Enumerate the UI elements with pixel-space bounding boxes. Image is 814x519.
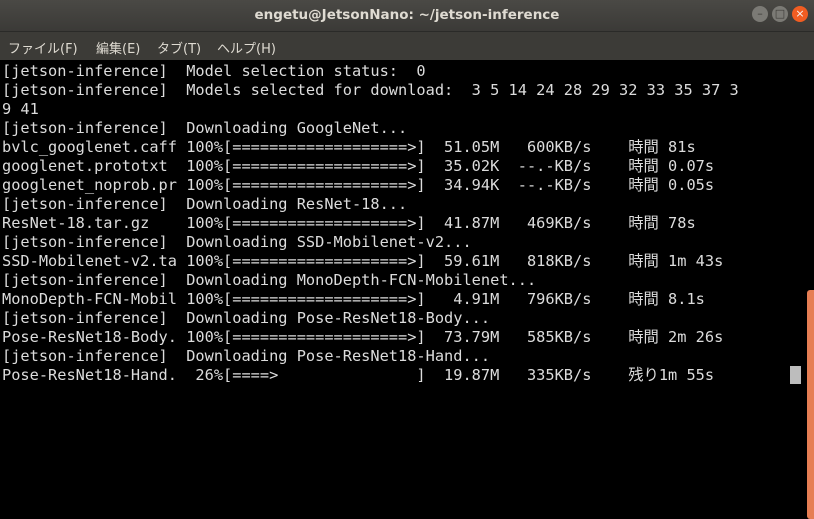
terminal-line: [jetson-inference] Downloading ResNet-18…: [2, 195, 408, 213]
terminal-line: Pose-ResNet18-Body. 100%[===============…: [2, 328, 724, 346]
terminal-line: googlenet_noprob.pr 100%[===============…: [2, 176, 715, 194]
terminal-window: engetu@JetsonNano: ~/jetson-inference – …: [0, 0, 814, 519]
maximize-button[interactable]: □: [772, 6, 788, 22]
menu-help[interactable]: ヘルプ(H): [217, 38, 276, 57]
menu-tabs[interactable]: タブ(T): [157, 38, 201, 57]
terminal-output[interactable]: [jetson-inference] Model selection statu…: [0, 60, 803, 519]
terminal-line: [jetson-inference] Downloading Pose-ResN…: [2, 347, 491, 365]
terminal-line: 9 41: [2, 100, 39, 118]
terminal-line: Pose-ResNet18-Hand. 26%[====> ] 19.87M 3…: [2, 366, 715, 384]
terminal-line: [jetson-inference] Downloading MonoDepth…: [2, 271, 537, 289]
menu-bar: ファイル(F) 編集(E) タブ(T) ヘルプ(H): [0, 32, 814, 60]
close-button[interactable]: ×: [792, 6, 808, 22]
terminal-line: MonoDepth-FCN-Mobil 100%[===============…: [2, 290, 705, 308]
title-bar[interactable]: engetu@JetsonNano: ~/jetson-inference – …: [0, 0, 814, 32]
terminal-line: [jetson-inference] Model selection statu…: [2, 62, 426, 80]
minimize-button[interactable]: –: [752, 6, 768, 22]
terminal-line: SSD-Mobilenet-v2.ta 100%[===============…: [2, 252, 724, 270]
terminal-line: [jetson-inference] Models selected for d…: [2, 81, 739, 99]
menu-file[interactable]: ファイル(F): [8, 38, 78, 57]
terminal-line: googlenet.prototxt 100%[================…: [2, 157, 715, 175]
text-cursor: [790, 366, 801, 384]
terminal-line: bvlc_googlenet.caff 100%[===============…: [2, 138, 696, 156]
menu-edit[interactable]: 編集(E): [96, 38, 140, 57]
terminal-line: [jetson-inference] Downloading SSD-Mobil…: [2, 233, 472, 251]
terminal-line: [jetson-inference] Downloading Pose-ResN…: [2, 309, 491, 327]
scrollbar-thumb[interactable]: [807, 290, 814, 519]
terminal-line: ResNet-18.tar.gz 100%[==================…: [2, 214, 696, 232]
terminal-line: [jetson-inference] Downloading GoogleNet…: [2, 119, 408, 137]
window-title: engetu@JetsonNano: ~/jetson-inference: [254, 7, 560, 23]
